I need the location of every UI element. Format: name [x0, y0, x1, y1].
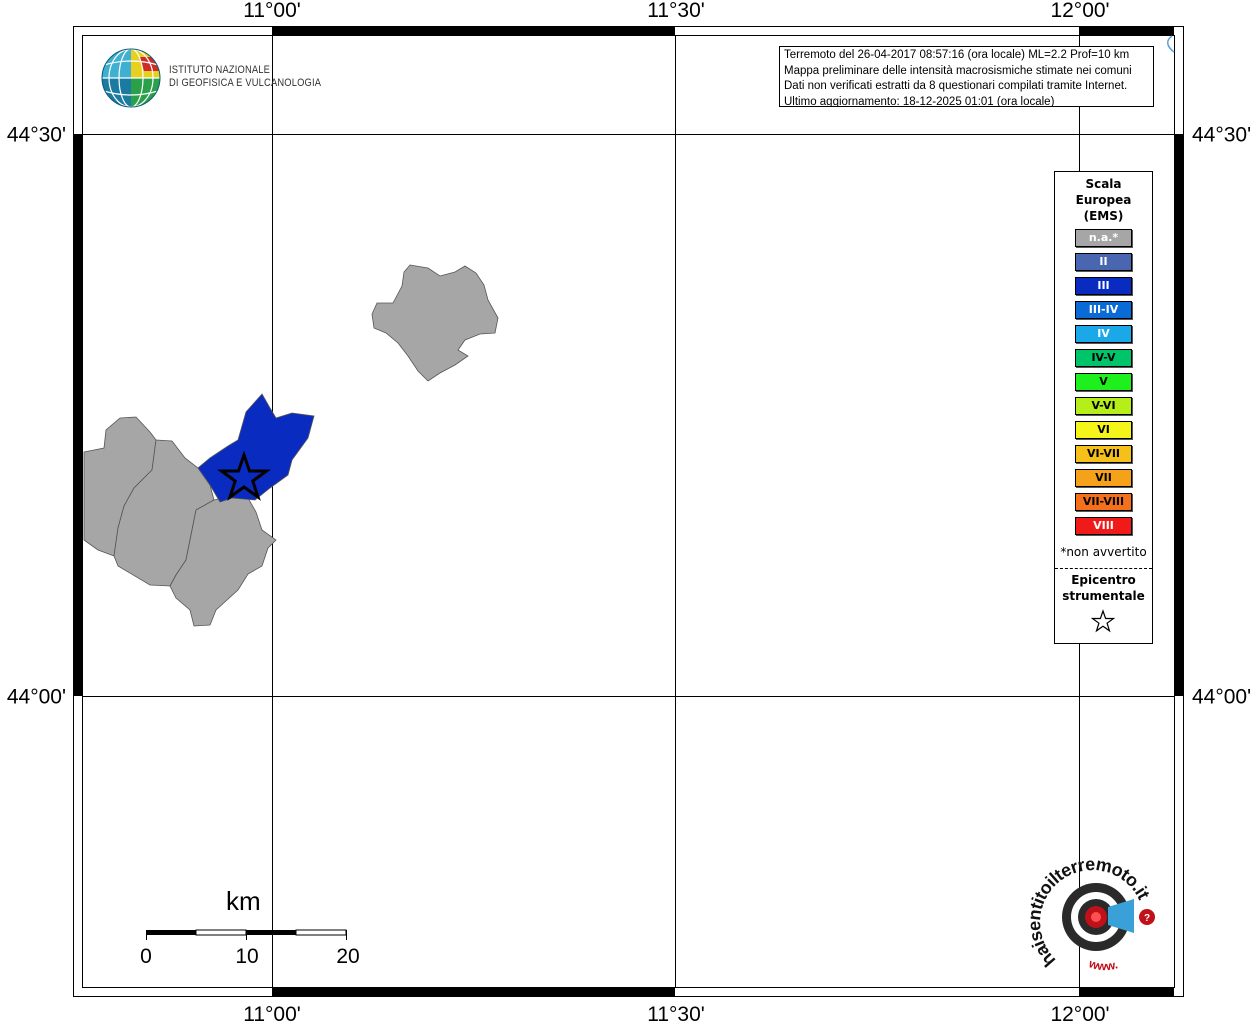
- epicenter-title-line2: strumentale: [1062, 589, 1145, 603]
- legend-swatch-viii: VIII: [1075, 517, 1132, 535]
- legend-title-line1: Scala: [1085, 177, 1122, 191]
- lat-label-left-4400: 44°00': [6, 685, 66, 709]
- legend-swatch-ii: II: [1075, 253, 1132, 271]
- star-icon: [1091, 609, 1115, 633]
- info-line-map-description: Mappa preliminare delle intensità macros…: [784, 64, 1132, 77]
- legend-title: Scala Europea (EMS): [1055, 176, 1152, 224]
- legend-swatch-v-vi: V-VI: [1075, 397, 1132, 415]
- legend-title-line2: Europea: [1075, 193, 1132, 207]
- legend-swatch-iii: III: [1075, 277, 1132, 295]
- legend-swatch-vi: VI: [1075, 421, 1132, 439]
- lon-label-bottom-1100: 11°00': [243, 1003, 301, 1026]
- legend-swatch-iv-v: IV-V: [1075, 349, 1132, 367]
- legend-swatch-vii: VII: [1075, 469, 1132, 487]
- scale-bar-unit: km: [226, 886, 261, 916]
- lon-label-bottom-1130: 11°30': [647, 1003, 705, 1026]
- lat-label-right-4430: 44°30': [1192, 123, 1252, 147]
- municipality-gray-north[interactable]: [371, 264, 499, 382]
- svg-text:?: ?: [1144, 913, 1150, 924]
- ingv-globe-icon: [101, 48, 161, 108]
- scale-label-20: 20: [336, 945, 360, 968]
- legend-title-line3: (EMS): [1083, 209, 1124, 223]
- coastline-fragment: [1167, 35, 1175, 53]
- scale-label-10: 10: [235, 945, 259, 968]
- event-info-box: Terremoto del 26-04-2017 08:57:16 (ora l…: [779, 46, 1154, 107]
- legend-divider: [1055, 568, 1152, 569]
- lon-label-top-1200: 12°00': [1050, 0, 1110, 22]
- watermark-url-text: www.: [1086, 956, 1119, 973]
- municipality-areas: [83, 264, 499, 627]
- scale-label-0: 0: [140, 945, 152, 968]
- epicenter-title: Epicentro strumentale: [1055, 572, 1152, 604]
- lon-label-bottom-1200: 12°00': [1050, 1003, 1110, 1026]
- legend-swatch-vii-viii: VII-VIII: [1075, 493, 1132, 511]
- epicenter-title-line1: Epicentro: [1071, 573, 1136, 587]
- legend-swatch-n-a: n.a.*: [1075, 229, 1132, 247]
- legend-swatch-vi-vii: VI-VII: [1075, 445, 1132, 463]
- legend-swatch-iii-iv: III-IV: [1075, 301, 1132, 319]
- lat-label-right-4400: 44°00': [1192, 685, 1252, 709]
- legend-swatch-iv: IV: [1075, 325, 1132, 343]
- svg-text:www.: www.: [1086, 956, 1119, 973]
- legend-swatch-v: V: [1075, 373, 1132, 391]
- lat-label-left-4430: 44°30': [6, 123, 66, 147]
- ingv-logo-text: ISTITUTO NAZIONALE DI GEOFISICA E VULCAN…: [169, 64, 321, 90]
- ingv-logo-line1: ISTITUTO NAZIONALE: [169, 64, 271, 76]
- intensity-legend: Scala Europea (EMS) n.a.* II III III-IV IV IV…: [1054, 171, 1153, 644]
- info-line-event: Terremoto del 26-04-2017 08:57:16 (ora l…: [784, 49, 1130, 61]
- haisentito-logo-icon: haisentitoilterremoto.it www. ?: [1030, 855, 1155, 973]
- lon-label-top-1130: 11°30': [647, 0, 705, 22]
- legend-note: *non avvertito: [1060, 545, 1147, 559]
- info-line-data-source: Dati non verificati estratti da 8 questi…: [784, 80, 1128, 92]
- ingv-logo-line2: DI GEOFISICA E VULCANOLOGIA: [169, 77, 322, 89]
- scale-bar: [146, 929, 347, 940]
- info-line-last-update: Ultimo aggiornamento: 18-12-2025 01:01 (…: [784, 95, 1055, 107]
- lon-label-top-1100: 11°00': [243, 0, 301, 22]
- municipality-intensity-iii[interactable]: [197, 393, 315, 503]
